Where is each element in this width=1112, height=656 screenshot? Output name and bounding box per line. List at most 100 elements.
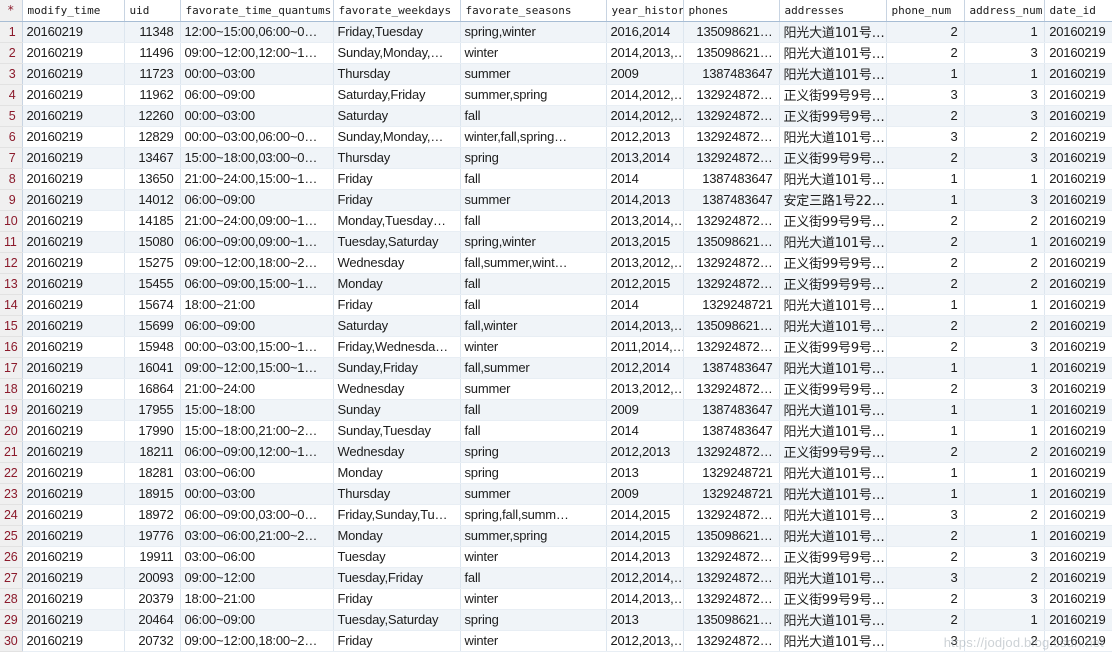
cell-uid[interactable]: 16041 bbox=[124, 357, 181, 379]
cell-uid[interactable]: 11496 bbox=[124, 42, 181, 64]
cell-addresses[interactable]: 正义街99号9号… bbox=[779, 84, 887, 106]
table-row[interactable]: 19 20160219 17955 15:00~18:00 Sunday fall 2009… bbox=[0, 399, 1112, 421]
cell-favorate-weekdays[interactable]: Thursday bbox=[333, 483, 461, 505]
cell-phones[interactable]: 1387483647 bbox=[683, 399, 780, 421]
cell-year-history[interactable]: 2014,2013 bbox=[606, 189, 684, 211]
cell-addresses[interactable]: 阳光大道101号… bbox=[779, 609, 887, 631]
cell-year-history[interactable]: 2013,2014 bbox=[606, 147, 684, 169]
cell-favorate-weekdays[interactable]: Sunday,Friday bbox=[333, 357, 461, 379]
cell-phones[interactable]: 132924872… bbox=[683, 336, 780, 358]
cell-favorate-weekdays[interactable]: Tuesday,Saturday bbox=[333, 609, 461, 631]
cell-address-num[interactable]: 1 bbox=[964, 462, 1045, 484]
table-row[interactable]: 14 20160219 15674 18:00~21:00 Friday fall 2014… bbox=[0, 294, 1112, 316]
cell-favorate-weekdays[interactable]: Saturday bbox=[333, 315, 461, 337]
cell-addresses[interactable]: 阳光大道101号… bbox=[779, 231, 887, 253]
cell-modify-time[interactable]: 20160219 bbox=[22, 483, 125, 505]
cell-address-num[interactable]: 1 bbox=[964, 231, 1045, 253]
cell-favorate-time-quantums[interactable]: 00:00~03:00 bbox=[180, 63, 334, 85]
cell-addresses[interactable]: 正义街99号9号… bbox=[779, 378, 887, 400]
table-row[interactable]: 26 20160219 19911 03:00~06:00 Tuesday winter 2… bbox=[0, 546, 1112, 568]
row-number[interactable]: 16 bbox=[0, 336, 23, 358]
cell-date-id[interactable]: 20160219 bbox=[1044, 315, 1112, 337]
row-number[interactable]: 10 bbox=[0, 210, 23, 232]
cell-modify-time[interactable]: 20160219 bbox=[22, 609, 125, 631]
table-row[interactable]: 1 20160219 11348 12:00~15:00,06:00~0… Friday… bbox=[0, 21, 1112, 43]
cell-favorate-seasons[interactable]: fall,summer,wint… bbox=[460, 252, 607, 274]
cell-date-id[interactable]: 20160219 bbox=[1044, 126, 1112, 148]
row-number[interactable]: 1 bbox=[0, 21, 23, 43]
cell-favorate-weekdays[interactable]: Tuesday,Friday bbox=[333, 567, 461, 589]
cell-address-num[interactable]: 3 bbox=[964, 189, 1045, 211]
cell-favorate-seasons[interactable]: fall bbox=[460, 567, 607, 589]
cell-uid[interactable]: 12829 bbox=[124, 126, 181, 148]
cell-date-id[interactable]: 20160219 bbox=[1044, 588, 1112, 610]
cell-year-history[interactable]: 2009 bbox=[606, 483, 684, 505]
cell-uid[interactable]: 12260 bbox=[124, 105, 181, 127]
cell-phone-num[interactable]: 2 bbox=[886, 105, 965, 127]
cell-favorate-time-quantums[interactable]: 21:00~24:00,09:00~1… bbox=[180, 210, 334, 232]
cell-modify-time[interactable]: 20160219 bbox=[22, 336, 125, 358]
cell-modify-time[interactable]: 20160219 bbox=[22, 378, 125, 400]
cell-uid[interactable]: 19911 bbox=[124, 546, 181, 568]
row-number[interactable]: 4 bbox=[0, 84, 23, 106]
cell-phones[interactable]: 132924872… bbox=[683, 441, 780, 463]
cell-favorate-seasons[interactable]: summer,spring bbox=[460, 525, 607, 547]
cell-favorate-seasons[interactable]: fall bbox=[460, 168, 607, 190]
cell-address-num[interactable]: 1 bbox=[964, 399, 1045, 421]
cell-addresses[interactable]: 阳光大道101号… bbox=[779, 483, 887, 505]
column-header-year-history[interactable]: year_history bbox=[606, 0, 684, 22]
cell-phones[interactable]: 135098621… bbox=[683, 525, 780, 547]
table-row[interactable]: 29 20160219 20464 06:00~09:00 Tuesday,Saturd… bbox=[0, 609, 1112, 631]
cell-uid[interactable]: 13650 bbox=[124, 168, 181, 190]
cell-favorate-time-quantums[interactable]: 06:00~09:00,09:00~1… bbox=[180, 231, 334, 253]
cell-phone-num[interactable]: 2 bbox=[886, 609, 965, 631]
cell-uid[interactable]: 20379 bbox=[124, 588, 181, 610]
cell-addresses[interactable]: 阳光大道101号… bbox=[779, 42, 887, 64]
cell-modify-time[interactable]: 20160219 bbox=[22, 273, 125, 295]
cell-date-id[interactable]: 20160219 bbox=[1044, 357, 1112, 379]
cell-date-id[interactable]: 20160219 bbox=[1044, 441, 1112, 463]
cell-uid[interactable]: 15948 bbox=[124, 336, 181, 358]
cell-phone-num[interactable]: 2 bbox=[886, 378, 965, 400]
table-row[interactable]: 11 20160219 15080 06:00~09:00,09:00~1… Tuesd… bbox=[0, 231, 1112, 253]
cell-modify-time[interactable]: 20160219 bbox=[22, 210, 125, 232]
cell-date-id[interactable]: 20160219 bbox=[1044, 42, 1112, 64]
cell-year-history[interactable]: 2013 bbox=[606, 609, 684, 631]
cell-favorate-seasons[interactable]: spring,winter bbox=[460, 231, 607, 253]
cell-phone-num[interactable]: 1 bbox=[886, 462, 965, 484]
cell-phone-num[interactable]: 2 bbox=[886, 315, 965, 337]
cell-uid[interactable]: 16864 bbox=[124, 378, 181, 400]
cell-year-history[interactable]: 2012,2014,… bbox=[606, 567, 684, 589]
cell-phones[interactable]: 1387483647 bbox=[683, 189, 780, 211]
cell-favorate-weekdays[interactable]: Friday bbox=[333, 294, 461, 316]
cell-favorate-time-quantums[interactable]: 12:00~15:00,06:00~0… bbox=[180, 21, 334, 43]
cell-phone-num[interactable]: 1 bbox=[886, 63, 965, 85]
cell-favorate-weekdays[interactable]: Monday bbox=[333, 525, 461, 547]
cell-year-history[interactable]: 2012,2013,… bbox=[606, 630, 684, 652]
table-row[interactable]: 21 20160219 18211 06:00~09:00,12:00~1… Wedne… bbox=[0, 441, 1112, 463]
cell-date-id[interactable]: 20160219 bbox=[1044, 105, 1112, 127]
cell-favorate-seasons[interactable]: winter bbox=[460, 546, 607, 568]
cell-favorate-time-quantums[interactable]: 06:00~09:00,15:00~1… bbox=[180, 273, 334, 295]
cell-phone-num[interactable]: 1 bbox=[886, 399, 965, 421]
cell-phones[interactable]: 132924872… bbox=[683, 273, 780, 295]
cell-phone-num[interactable]: 2 bbox=[886, 21, 965, 43]
cell-phone-num[interactable]: 1 bbox=[886, 357, 965, 379]
cell-address-num[interactable]: 3 bbox=[964, 147, 1045, 169]
cell-phones[interactable]: 135098621… bbox=[683, 231, 780, 253]
cell-uid[interactable]: 11348 bbox=[124, 21, 181, 43]
cell-date-id[interactable]: 20160219 bbox=[1044, 462, 1112, 484]
cell-addresses[interactable]: 阳光大道101号… bbox=[779, 504, 887, 526]
cell-favorate-seasons[interactable]: summer bbox=[460, 63, 607, 85]
row-number[interactable]: 25 bbox=[0, 525, 23, 547]
cell-favorate-seasons[interactable]: fall bbox=[460, 105, 607, 127]
cell-phone-num[interactable]: 2 bbox=[886, 441, 965, 463]
cell-favorate-weekdays[interactable]: Thursday bbox=[333, 147, 461, 169]
cell-year-history[interactable]: 2009 bbox=[606, 63, 684, 85]
row-number[interactable]: 9 bbox=[0, 189, 23, 211]
cell-year-history[interactable]: 2012,2015 bbox=[606, 273, 684, 295]
cell-favorate-seasons[interactable]: spring,winter bbox=[460, 21, 607, 43]
cell-uid[interactable]: 11723 bbox=[124, 63, 181, 85]
cell-date-id[interactable]: 20160219 bbox=[1044, 525, 1112, 547]
cell-favorate-time-quantums[interactable]: 15:00~18:00,21:00~2… bbox=[180, 420, 334, 442]
